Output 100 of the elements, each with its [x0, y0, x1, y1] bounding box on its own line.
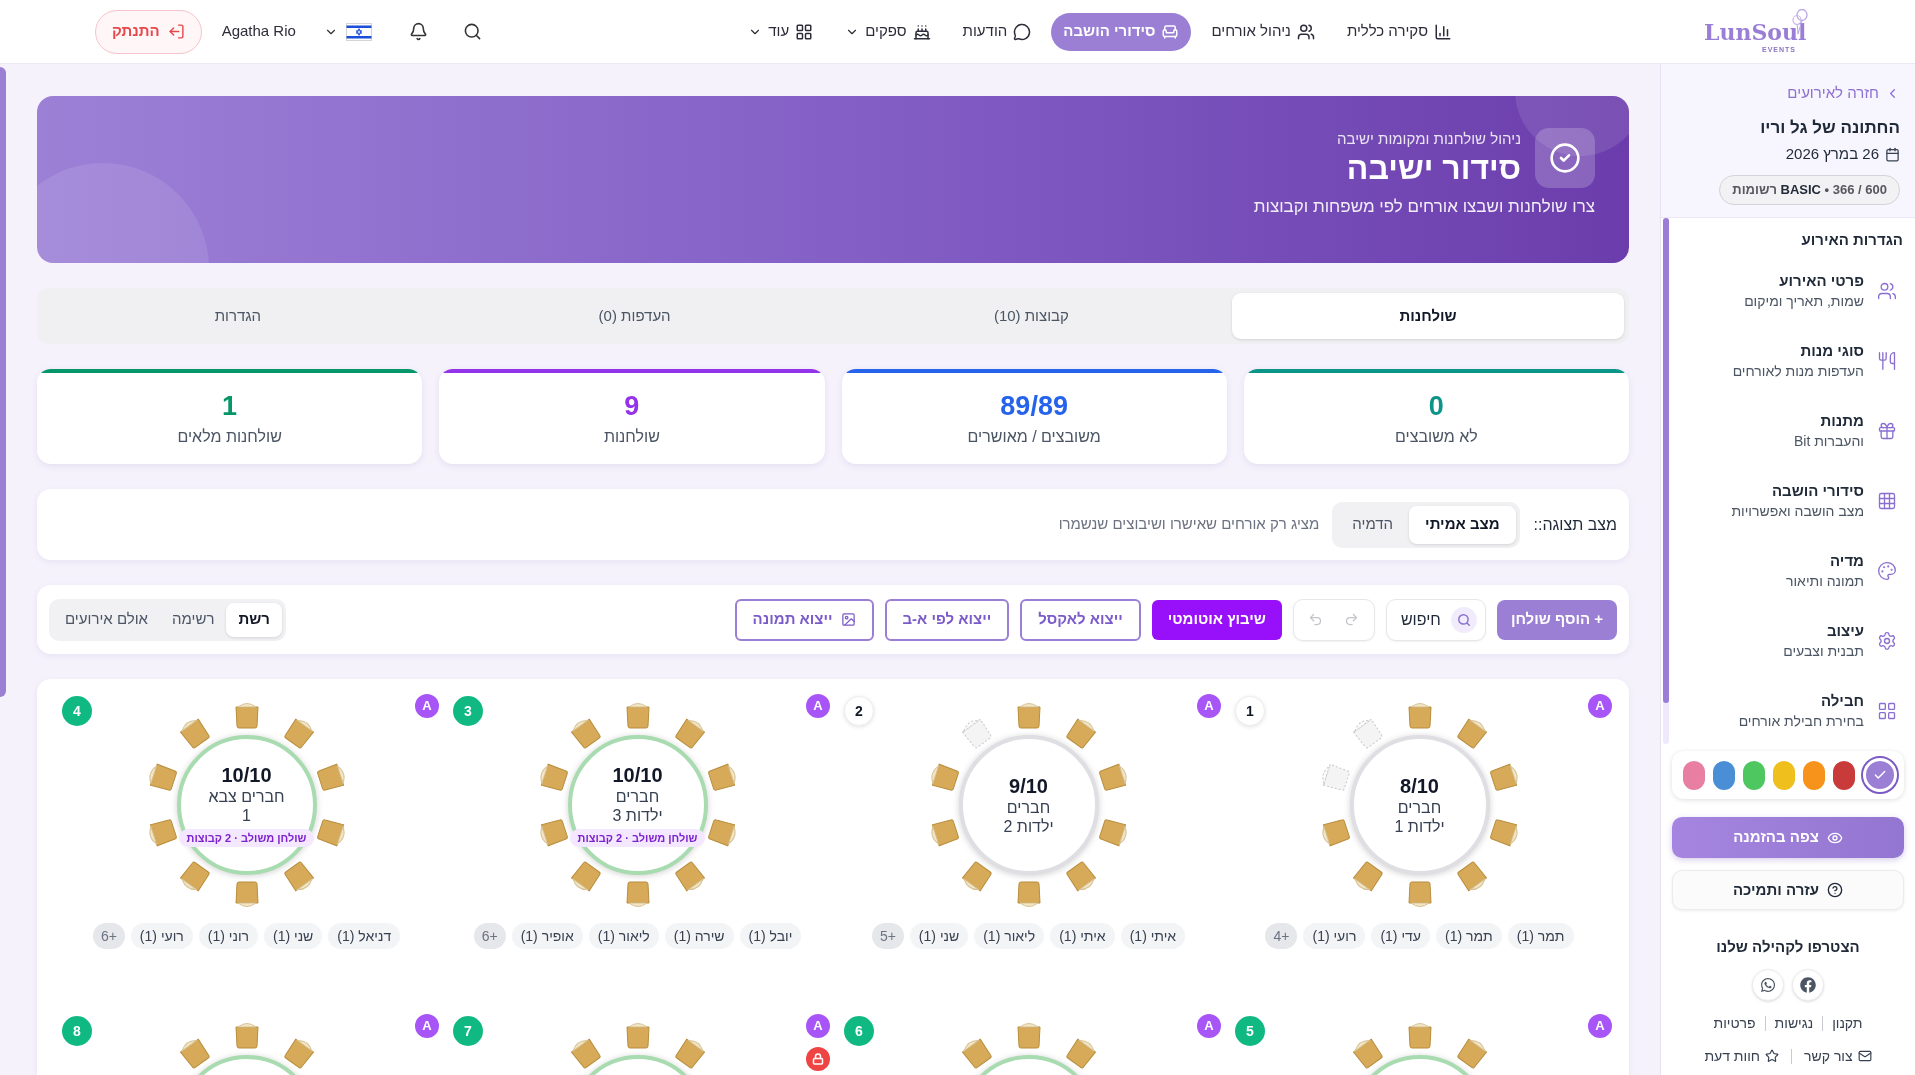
color-swatch[interactable] — [1683, 760, 1705, 790]
facebook-link[interactable] — [1792, 968, 1824, 1001]
chair-icon[interactable] — [570, 861, 601, 892]
chair-icon[interactable] — [707, 763, 736, 791]
tab[interactable]: הגדרות — [42, 293, 434, 339]
settings-item[interactable]: סידורי הושבה מצב הושבה ואפשרויות — [1677, 466, 1903, 536]
layout-option[interactable]: רשימה — [160, 602, 227, 637]
chair-icon[interactable] — [674, 861, 705, 892]
chair-icon[interactable] — [674, 1038, 705, 1069]
footer-link[interactable]: תקנון — [1832, 1012, 1863, 1034]
chair-icon[interactable] — [1489, 763, 1518, 791]
chair-icon[interactable] — [1321, 819, 1350, 847]
chair-icon[interactable] — [1408, 881, 1431, 907]
layout-option[interactable]: רשת — [226, 602, 282, 637]
chair-icon[interactable] — [283, 861, 314, 892]
settings-item[interactable]: מדיה תמונה ותיאור — [1677, 536, 1903, 606]
chair-icon[interactable] — [1098, 819, 1127, 847]
color-swatch[interactable] — [1833, 760, 1855, 790]
chair-icon[interactable] — [539, 763, 568, 791]
chair-icon[interactable] — [1352, 861, 1383, 892]
chair-icon[interactable] — [179, 1038, 210, 1069]
table-number[interactable]: 1 — [1235, 696, 1265, 726]
chair-icon[interactable] — [1489, 819, 1518, 847]
chair-icon[interactable] — [930, 763, 959, 791]
chair-icon[interactable] — [283, 1038, 314, 1069]
chair-icon[interactable] — [961, 718, 992, 749]
chair-icon[interactable] — [235, 881, 258, 907]
logout-button[interactable]: התנתק — [95, 9, 202, 54]
chair-icon[interactable] — [961, 1038, 992, 1069]
chair-icon[interactable] — [1352, 718, 1383, 749]
chair-icon[interactable] — [626, 881, 649, 907]
view-mode-option[interactable]: מצב אמיתי — [1409, 505, 1516, 544]
chair-icon[interactable] — [930, 819, 959, 847]
user-name[interactable]: Agatha Rio — [221, 20, 296, 43]
settings-item[interactable]: מתנות Bit והעברות — [1677, 396, 1903, 466]
chair-icon[interactable] — [235, 1023, 258, 1049]
chair-icon[interactable] — [1065, 1038, 1096, 1069]
color-swatch[interactable] — [1743, 760, 1765, 790]
footer-link[interactable]: פרטיות — [1713, 1012, 1756, 1034]
chair-icon[interactable] — [1408, 703, 1431, 729]
chair-icon[interactable] — [539, 819, 568, 847]
footer-link[interactable]: חוות דעת — [1704, 1045, 1780, 1067]
tab[interactable]: שולחנות — [1232, 293, 1624, 339]
nav-item[interactable]: עוד — [736, 12, 826, 51]
nav-item[interactable]: סקירה כללית — [1334, 12, 1464, 51]
export-button[interactable]: ייצוא לאקסל — [1020, 598, 1141, 641]
chair-icon[interactable] — [570, 1038, 601, 1069]
tab[interactable]: קבוצות (10) — [835, 293, 1228, 339]
settings-item[interactable]: פרטי האירוע שמות, תאריך ומיקום — [1677, 256, 1903, 326]
auto-assign-button[interactable]: שיבוץ אוטומטי — [1151, 599, 1282, 640]
chair-icon[interactable] — [1017, 881, 1040, 907]
color-swatch[interactable] — [1803, 760, 1825, 790]
chair-icon[interactable] — [1352, 1038, 1383, 1069]
chair-icon[interactable] — [626, 703, 649, 729]
chair-icon[interactable] — [179, 861, 210, 892]
chair-icon[interactable] — [674, 718, 705, 749]
tab[interactable]: העדפות (0) — [438, 293, 831, 339]
chair-icon[interactable] — [961, 861, 992, 892]
export-button[interactable]: ייצוא תמונה — [734, 598, 874, 641]
color-swatch[interactable] — [1773, 760, 1795, 790]
nav-item[interactable]: ספקים — [833, 12, 943, 51]
chair-icon[interactable] — [1065, 718, 1096, 749]
table-number[interactable]: 2 — [844, 696, 874, 726]
footer-link[interactable]: נגישות — [1774, 1012, 1814, 1034]
chair-icon[interactable] — [1065, 861, 1096, 892]
chair-icon[interactable] — [316, 763, 345, 791]
chair-icon[interactable] — [1456, 861, 1487, 892]
chair-icon[interactable] — [1017, 1023, 1040, 1049]
chair-icon[interactable] — [283, 718, 314, 749]
back-link[interactable]: חזרה לאירועים — [1787, 82, 1900, 105]
layout-option[interactable]: אולם אירועים — [53, 602, 161, 637]
scrollbar-thumb[interactable] — [0, 67, 6, 697]
chair-icon[interactable] — [1456, 718, 1487, 749]
nav-item[interactable]: הודעות — [950, 12, 1044, 51]
group-name: ילדות 1 — [1394, 817, 1445, 836]
footer-link[interactable]: צור קשר — [1804, 1045, 1872, 1067]
settings-item[interactable]: עיצוב תבנית וצבעים — [1677, 606, 1903, 676]
chair-icon[interactable] — [707, 819, 736, 847]
settings-item[interactable]: חבילה בחירת חבילת אורחים — [1677, 676, 1903, 744]
nav-item[interactable]: ניהול אורחים — [1199, 12, 1327, 51]
chair-icon[interactable] — [1017, 703, 1040, 729]
color-swatch[interactable] — [1863, 758, 1897, 792]
chair-icon[interactable] — [148, 763, 177, 791]
chair-icon[interactable] — [1456, 1038, 1487, 1069]
view-mode-option[interactable]: הדמיה — [1336, 505, 1410, 544]
chair-icon[interactable] — [148, 819, 177, 847]
chair-icon[interactable] — [316, 819, 345, 847]
settings-item[interactable]: סוגי מנות העדפות מנות לאורחים — [1677, 326, 1903, 396]
whatsapp-link[interactable] — [1752, 968, 1784, 1001]
export-button[interactable]: ייצוא לפי א-ב — [884, 598, 1010, 641]
color-swatch[interactable] — [1713, 760, 1735, 790]
chair-icon[interactable] — [1098, 763, 1127, 791]
chair-icon[interactable] — [626, 1023, 649, 1049]
help-button[interactable]: עזרה ותמיכה — [1672, 870, 1904, 910]
chair-icon[interactable] — [179, 718, 210, 749]
chair-icon[interactable] — [1321, 763, 1350, 791]
chair-icon[interactable] — [235, 703, 258, 729]
search-button[interactable]: חיפוש — [1385, 598, 1486, 641]
chair-icon[interactable] — [1408, 1023, 1431, 1049]
chair-icon[interactable] — [570, 718, 601, 749]
